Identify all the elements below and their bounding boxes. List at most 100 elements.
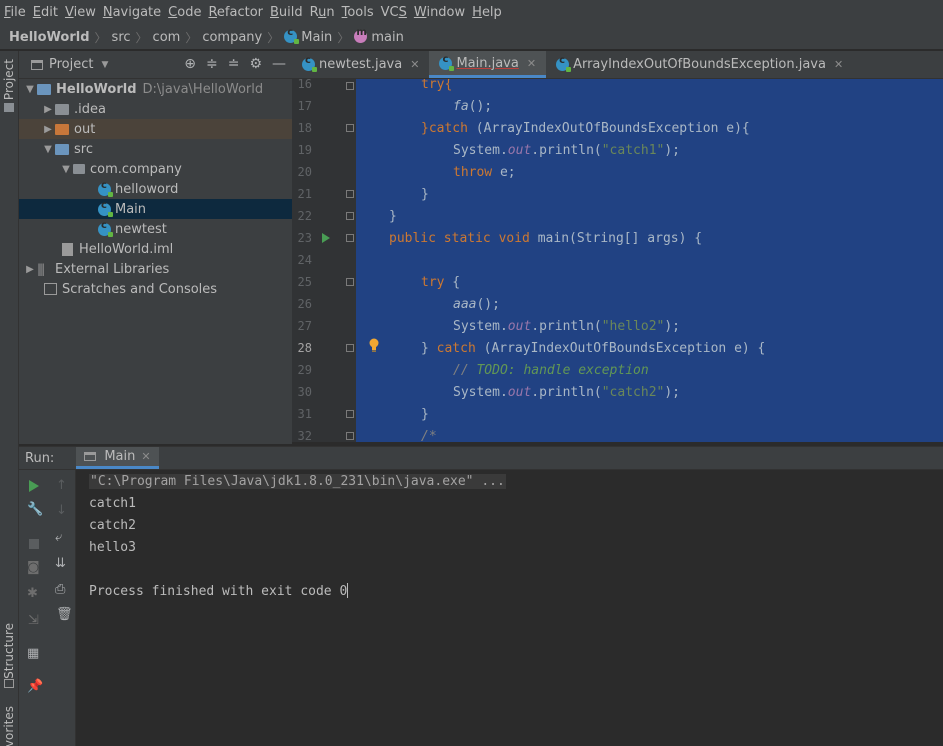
settings-icon[interactable]: ✱ [27,586,38,601]
line-number: 32 [297,429,312,443]
tree-item-helloworld[interactable]: ▼ HelloWorld D:\java\HelloWorld [19,79,292,99]
camera-icon[interactable]: ◙ [27,560,40,575]
stripe-project[interactable]: Project [2,59,16,100]
fold-icon[interactable] [346,278,354,286]
fold-icon[interactable] [346,234,354,242]
breadcrumb-company[interactable]: company [202,30,262,45]
line-number: 30 [297,385,312,399]
menu-refactor[interactable]: Refactor [208,5,269,20]
breadcrumb-src[interactable]: src [112,30,131,45]
expand-all-icon[interactable]: ≑ [206,56,218,72]
menu-edit[interactable]: Edit [33,5,64,20]
tree-item-com-company[interactable]: ▼ com.company [19,159,292,179]
console-output[interactable]: "C:\Program Files\Java\jdk1.8.0_231\bin\… [76,470,943,746]
breadcrumb-class[interactable]: Main [284,27,332,45]
chevron-right-icon[interactable]: ▶ [41,124,55,135]
tree-item-label: src [74,141,93,157]
menu-window[interactable]: Window [414,5,471,20]
tree-item-newtest[interactable]: newtest [19,219,292,239]
close-icon[interactable]: ✕ [410,58,419,71]
tree-item-helloword[interactable]: helloword [19,179,292,199]
trash-icon[interactable]: 🗑 [56,607,73,622]
stop-icon[interactable] [29,539,39,549]
code-line-32: /* [421,429,437,442]
fold-icon[interactable] [346,432,354,440]
chevron-right-icon[interactable]: ▶ [41,104,55,115]
chevron-right-icon[interactable]: ▶ [23,264,37,275]
line-number: 19 [297,143,312,157]
close-icon[interactable]: ✕ [834,58,843,71]
tree-item-external-libraries[interactable]: ▶ ||| External Libraries [19,259,292,279]
chevron-down-icon[interactable]: ▼ [23,84,37,95]
pin-icon[interactable]: 📌 [27,679,43,694]
breadcrumb-project[interactable]: HelloWorld [9,30,90,45]
wrench-icon[interactable]: 🔧 [27,502,43,517]
code-editor[interactable]: try{ fa(); }catch (ArrayIndexOutOfBounds… [356,79,943,442]
print-icon[interactable]: ⎙ [55,582,65,597]
arrow-up-icon[interactable]: ↑ [56,478,67,493]
run-gutter-icon[interactable] [322,233,330,243]
tab-newtest[interactable]: newtest.java ✕ [292,51,429,78]
tab-exception[interactable]: ArrayIndexOutOfBoundsException.java ✕ [546,51,853,78]
locate-icon[interactable]: ⊕ [184,56,196,72]
fold-icon[interactable] [346,124,354,132]
rerun-icon[interactable] [29,480,39,492]
run-tab-main[interactable]: Main ✕ [76,447,159,469]
tree-item-label: newtest [115,221,167,237]
fold-icon[interactable] [346,344,354,352]
chevron-down-icon[interactable]: ▼ [101,60,108,70]
class-icon [439,54,455,71]
chevron-right-icon: 〉 [337,30,350,45]
menu-code[interactable]: Code [168,5,207,20]
lightbulb-icon[interactable] [368,338,380,352]
menu-tools[interactable]: Tools [342,5,380,20]
tab-main[interactable]: Main.java ✕ [429,51,547,78]
soft-wrap-icon[interactable]: ⤶ [55,530,62,545]
menu-build[interactable]: Build [270,5,309,20]
gear-icon[interactable]: ⚙ [249,56,262,72]
class-icon [302,55,317,72]
fold-icon[interactable] [346,212,354,220]
menu-view[interactable]: View [65,5,102,20]
arrow-down-icon[interactable]: ↓ [56,503,67,518]
minimize-icon[interactable]: — [272,56,286,72]
chevron-down-icon[interactable]: ▼ [41,144,55,155]
console-line: catch2 [89,518,136,533]
ide-window: File Edit View Navigate Code Refactor Bu… [0,0,943,746]
tree-item-label: com.company [90,161,182,177]
fold-icon[interactable] [346,190,354,198]
tree-item-out[interactable]: ▶ out [19,119,292,139]
chevron-down-icon[interactable]: ▼ [59,164,73,175]
menu-navigate[interactable]: Navigate [103,5,167,20]
menu-run[interactable]: Run [310,5,341,20]
fold-icon[interactable] [346,82,354,90]
menu-file[interactable]: File [4,5,32,20]
code-line-27: System.out.println("hello2"); [453,319,681,334]
text-caret [347,583,349,598]
layout-icon[interactable]: ▦ [27,646,39,661]
breadcrumb-method[interactable]: main [354,27,404,45]
stripe-structure[interactable]: Structure [2,623,16,679]
close-icon[interactable]: ✕ [527,57,536,70]
tree-item-src[interactable]: ▼ src [19,139,292,159]
line-number: 22 [297,209,312,223]
close-icon[interactable]: ✕ [141,450,150,463]
scroll-to-end-icon[interactable]: ⇊ [55,556,66,571]
stripe-favorites[interactable]: vorites [2,706,16,746]
menu-vcs[interactable]: VCS [381,5,413,20]
tree-item-idea[interactable]: ▶ .idea [19,99,292,119]
project-panel-title[interactable]: Project [49,57,93,72]
breadcrumb-com[interactable]: com [153,30,181,45]
editor-gutter[interactable]: 16 17 18 19 20 21 22 23 24 25 26 27 28 2… [292,77,356,443]
fold-icon[interactable] [346,410,354,418]
exit-icon[interactable]: ⇲ [28,613,39,628]
menu-help[interactable]: Help [472,5,508,20]
tree-item-scratches[interactable]: Scratches and Consoles [19,279,292,299]
tab-label: newtest.java [319,57,403,72]
collapse-all-icon[interactable]: ≐ [228,56,240,72]
project-panel: Project ▼ ⊕ ≑ ≐ ⚙ — ▼ HelloWorld D:\java… [19,51,292,444]
tree-item-main[interactable]: Main [19,199,292,219]
run-toolbar: 🔧 ◙ ✱ ⇲ ▦ 📌 ↑ ↓ ⤶ ⇊ ⎙ 🗑 [19,470,76,746]
tree-item-iml[interactable]: HelloWorld.iml [19,239,292,259]
library-icon: ||| [37,262,45,276]
